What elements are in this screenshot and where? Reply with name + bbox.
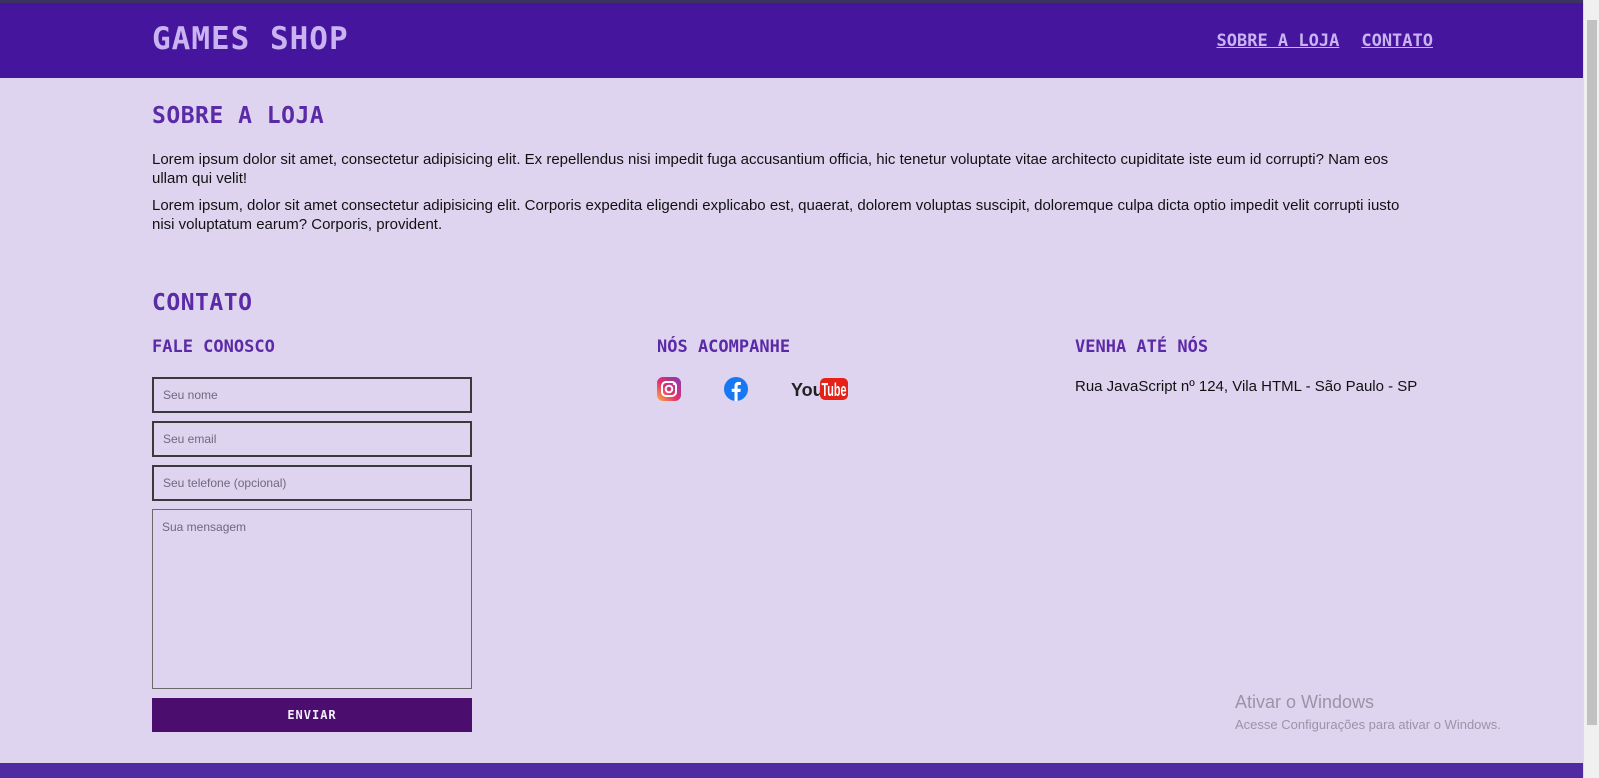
contact-section-title: CONTATO <box>152 290 253 316</box>
submit-button[interactable]: ENVIAR <box>152 698 472 732</box>
watermark-line-1: Ativar o Windows <box>1235 692 1375 712</box>
phone-input[interactable] <box>152 465 472 501</box>
form-title: FALE CONOSCO <box>152 337 275 357</box>
name-input[interactable] <box>152 377 472 413</box>
about-paragraph-2: Lorem ipsum, dolor sit amet consectetur … <box>152 197 1400 233</box>
store-address: Rua JavaScript nº 124, Vila HTML - São P… <box>1075 378 1418 395</box>
instagram-icon[interactable] <box>656 376 682 402</box>
facebook-icon[interactable] <box>723 376 749 402</box>
youtube-you-text: You <box>791 380 824 400</box>
visit-title: VENHA ATÉ NÓS <box>1075 337 1209 357</box>
about-section-title: SOBRE A LOJA <box>152 103 325 129</box>
vertical-scrollbar[interactable] <box>1583 0 1599 778</box>
site-logo[interactable]: GAMES SHOP <box>152 21 349 57</box>
site-header: GAMES SHOP SOBRE A LOJA CONTATO <box>0 3 1583 78</box>
watermark-line-2: Acesse Configurações para ativar o Windo… <box>1235 717 1501 732</box>
site-footer <box>0 763 1583 778</box>
social-title: NÓS ACOMPANHE <box>657 337 791 357</box>
windows-activation-watermark: Ativar o Windows Acesse Configurações pa… <box>1235 692 1501 732</box>
scrollbar-thumb[interactable] <box>1587 20 1597 725</box>
message-textarea[interactable] <box>152 509 472 689</box>
email-input[interactable] <box>152 421 472 457</box>
about-paragraph-1: Lorem ipsum dolor sit amet, consectetur … <box>152 151 1389 187</box>
main-nav: SOBRE A LOJA CONTATO <box>1217 31 1433 51</box>
youtube-tube-text: Tube <box>822 380 847 400</box>
nav-link-sobre-a-loja[interactable]: SOBRE A LOJA <box>1217 31 1340 51</box>
nav-link-contato[interactable]: CONTATO <box>1361 31 1433 51</box>
youtube-icon[interactable]: You Tube <box>791 376 849 402</box>
